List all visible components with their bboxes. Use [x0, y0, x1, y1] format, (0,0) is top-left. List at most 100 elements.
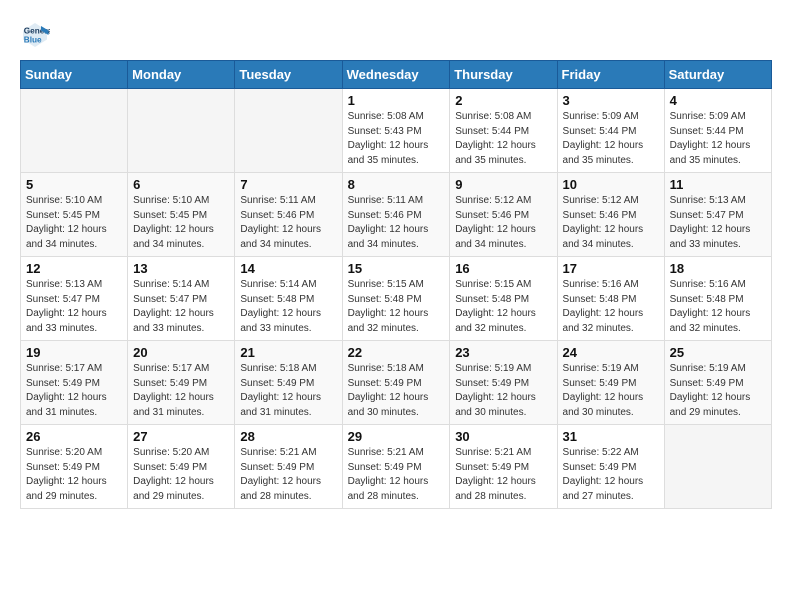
calendar-cell — [235, 89, 342, 173]
calendar-cell: 16 Sunrise: 5:15 AM Sunset: 5:48 PM Dayli… — [450, 257, 557, 341]
day-number: 4 — [670, 93, 766, 108]
calendar-cell — [128, 89, 235, 173]
calendar-cell: 24Sunrise: 5:19 AM Sunset: 5:49 PM Dayli… — [557, 341, 664, 425]
day-number: 18 — [670, 261, 766, 276]
calendar-cell: 23 Sunrise: 5:19 AM Sunset: 5:49 PM Dayli… — [450, 341, 557, 425]
calendar-cell: 30 Sunrise: 5:21 AM Sunset: 5:49 PM Dayli… — [450, 425, 557, 509]
day-number: 1 — [348, 93, 445, 108]
day-header-saturday: Saturday — [664, 61, 771, 89]
day-number: 24 — [563, 345, 659, 360]
day-number: 21 — [240, 345, 336, 360]
calendar-cell: 31 Sunrise: 5:22 AM Sunset: 5:49 PM Dayli… — [557, 425, 664, 509]
day-number: 14 — [240, 261, 336, 276]
day-number: 23 — [455, 345, 551, 360]
day-info: Sunrise: 5:20 AM Sunset: 5:49 PM Dayligh… — [133, 446, 229, 504]
calendar-cell: 18 Sunrise: 5:16 AM Sunset: 5:48 PM Dayli… — [664, 257, 771, 341]
calendar-cell: 27 Sunrise: 5:20 AM Sunset: 5:49 PM Dayli… — [128, 425, 235, 509]
day-info: Sunrise: 5:19 AM Sunset: 5:49 PM Dayligh… — [455, 362, 551, 420]
calendar-cell: 5 Sunrise: 5:10 AM Sunset: 5:45 PM Daylig… — [21, 173, 128, 257]
calendar-cell: 8 Sunrise: 5:11 AM Sunset: 5:46 PM Daylig… — [342, 173, 450, 257]
calendar-cell: 13 Sunrise: 5:14 AM Sunset: 5:47 PM Dayli… — [128, 257, 235, 341]
day-info: Sunrise: 5:11 AM Sunset: 5:46 PM Dayligh… — [348, 194, 445, 252]
day-number: 26 — [26, 429, 122, 444]
day-info: Sunrise: 5:21 AM Sunset: 5:49 PM Dayligh… — [348, 446, 445, 504]
day-number: 12 — [26, 261, 122, 276]
day-number: 31 — [563, 429, 659, 444]
logo-icon: General Blue — [20, 20, 50, 50]
day-number: 7 — [240, 177, 336, 192]
day-info: Sunrise: 5:21 AM Sunset: 5:49 PM Dayligh… — [455, 446, 551, 504]
day-info: Sunrise: 5:17 AM Sunset: 5:49 PM Dayligh… — [26, 362, 122, 420]
day-info: Sunrise: 5:21 AM Sunset: 5:49 PM Dayligh… — [240, 446, 336, 504]
day-number: 11 — [670, 177, 766, 192]
calendar-cell: 21 Sunrise: 5:18 AM Sunset: 5:49 PM Dayli… — [235, 341, 342, 425]
calendar-table: SundayMondayTuesdayWednesdayThursdayFrid… — [20, 60, 772, 509]
calendar-cell: 12 Sunrise: 5:13 AM Sunset: 5:47 PM Dayli… — [21, 257, 128, 341]
calendar-week-row: 19 Sunrise: 5:17 AM Sunset: 5:49 PM Dayli… — [21, 341, 772, 425]
day-info: Sunrise: 5:08 AM Sunset: 5:44 PM Dayligh… — [455, 110, 551, 168]
day-info: Sunrise: 5:16 AM Sunset: 5:48 PM Dayligh… — [670, 278, 766, 336]
day-number: 15 — [348, 261, 445, 276]
calendar-cell: 29 Sunrise: 5:21 AM Sunset: 5:49 PM Dayli… — [342, 425, 450, 509]
calendar-week-row: 1 Sunrise: 5:08 AM Sunset: 5:43 PM Daylig… — [21, 89, 772, 173]
calendar-cell — [21, 89, 128, 173]
day-number: 19 — [26, 345, 122, 360]
calendar-cell: 19 Sunrise: 5:17 AM Sunset: 5:49 PM Dayli… — [21, 341, 128, 425]
calendar-cell — [664, 425, 771, 509]
calendar-week-row: 5 Sunrise: 5:10 AM Sunset: 5:45 PM Daylig… — [21, 173, 772, 257]
day-number: 8 — [348, 177, 445, 192]
day-number: 17 — [563, 261, 659, 276]
day-info: Sunrise: 5:14 AM Sunset: 5:47 PM Dayligh… — [133, 278, 229, 336]
day-info: Sunrise: 5:19 AM Sunset: 5:49 PM Dayligh… — [670, 362, 766, 420]
calendar-cell: 6 Sunrise: 5:10 AM Sunset: 5:45 PM Daylig… — [128, 173, 235, 257]
day-info: Sunrise: 5:10 AM Sunset: 5:45 PM Dayligh… — [133, 194, 229, 252]
day-info: Sunrise: 5:14 AM Sunset: 5:48 PM Dayligh… — [240, 278, 336, 336]
day-number: 9 — [455, 177, 551, 192]
svg-text:Blue: Blue — [24, 36, 42, 45]
calendar-cell: 15 Sunrise: 5:15 AM Sunset: 5:48 PM Dayli… — [342, 257, 450, 341]
day-header-friday: Friday — [557, 61, 664, 89]
day-number: 10 — [563, 177, 659, 192]
day-number: 20 — [133, 345, 229, 360]
day-info: Sunrise: 5:08 AM Sunset: 5:43 PM Dayligh… — [348, 110, 445, 168]
page-header: General Blue — [20, 20, 772, 50]
calendar-cell: 4Sunrise: 5:09 AM Sunset: 5:44 PM Daylig… — [664, 89, 771, 173]
day-number: 5 — [26, 177, 122, 192]
day-header-sunday: Sunday — [21, 61, 128, 89]
day-header-monday: Monday — [128, 61, 235, 89]
day-number: 25 — [670, 345, 766, 360]
day-info: Sunrise: 5:09 AM Sunset: 5:44 PM Dayligh… — [563, 110, 659, 168]
day-info: Sunrise: 5:12 AM Sunset: 5:46 PM Dayligh… — [455, 194, 551, 252]
day-info: Sunrise: 5:13 AM Sunset: 5:47 PM Dayligh… — [26, 278, 122, 336]
calendar-cell: 28Sunrise: 5:21 AM Sunset: 5:49 PM Dayli… — [235, 425, 342, 509]
calendar-header-row: SundayMondayTuesdayWednesdayThursdayFrid… — [21, 61, 772, 89]
calendar-cell: 9 Sunrise: 5:12 AM Sunset: 5:46 PM Daylig… — [450, 173, 557, 257]
calendar-cell: 20 Sunrise: 5:17 AM Sunset: 5:49 PM Dayli… — [128, 341, 235, 425]
day-info: Sunrise: 5:11 AM Sunset: 5:46 PM Dayligh… — [240, 194, 336, 252]
day-info: Sunrise: 5:22 AM Sunset: 5:49 PM Dayligh… — [563, 446, 659, 504]
day-info: Sunrise: 5:15 AM Sunset: 5:48 PM Dayligh… — [455, 278, 551, 336]
day-info: Sunrise: 5:10 AM Sunset: 5:45 PM Dayligh… — [26, 194, 122, 252]
day-header-thursday: Thursday — [450, 61, 557, 89]
day-info: Sunrise: 5:18 AM Sunset: 5:49 PM Dayligh… — [348, 362, 445, 420]
day-number: 13 — [133, 261, 229, 276]
day-number: 27 — [133, 429, 229, 444]
calendar-cell: 2Sunrise: 5:08 AM Sunset: 5:44 PM Daylig… — [450, 89, 557, 173]
day-number: 30 — [455, 429, 551, 444]
day-info: Sunrise: 5:17 AM Sunset: 5:49 PM Dayligh… — [133, 362, 229, 420]
day-info: Sunrise: 5:15 AM Sunset: 5:48 PM Dayligh… — [348, 278, 445, 336]
calendar-cell: 14 Sunrise: 5:14 AM Sunset: 5:48 PM Dayli… — [235, 257, 342, 341]
day-info: Sunrise: 5:13 AM Sunset: 5:47 PM Dayligh… — [670, 194, 766, 252]
day-number: 16 — [455, 261, 551, 276]
calendar-week-row: 26 Sunrise: 5:20 AM Sunset: 5:49 PM Dayli… — [21, 425, 772, 509]
day-header-tuesday: Tuesday — [235, 61, 342, 89]
day-info: Sunrise: 5:16 AM Sunset: 5:48 PM Dayligh… — [563, 278, 659, 336]
calendar-cell: 17 Sunrise: 5:16 AM Sunset: 5:48 PM Dayli… — [557, 257, 664, 341]
day-number: 6 — [133, 177, 229, 192]
day-info: Sunrise: 5:18 AM Sunset: 5:49 PM Dayligh… — [240, 362, 336, 420]
calendar-cell: 26 Sunrise: 5:20 AM Sunset: 5:49 PM Dayli… — [21, 425, 128, 509]
day-header-wednesday: Wednesday — [342, 61, 450, 89]
day-info: Sunrise: 5:20 AM Sunset: 5:49 PM Dayligh… — [26, 446, 122, 504]
day-info: Sunrise: 5:12 AM Sunset: 5:46 PM Dayligh… — [563, 194, 659, 252]
day-number: 29 — [348, 429, 445, 444]
